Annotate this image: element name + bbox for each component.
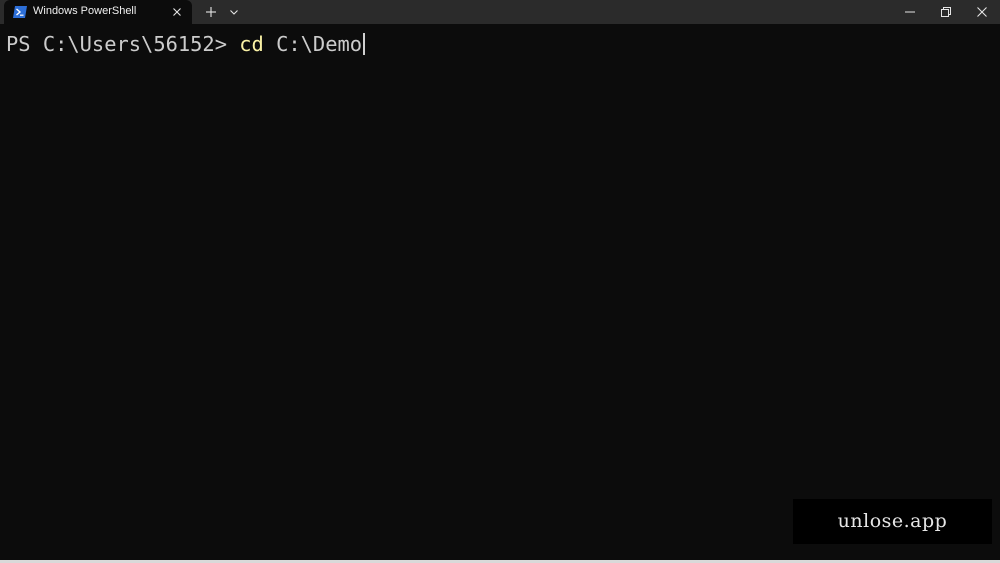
restore-icon	[941, 7, 951, 17]
tab-title: Windows PowerShell	[33, 5, 137, 17]
watermark-text: unlose.app	[837, 510, 948, 532]
restore-button[interactable]	[932, 0, 960, 24]
terminal-output[interactable]: PS C:\Users\56152> cd C:\Demo	[0, 24, 1000, 560]
tab-close-icon[interactable]	[169, 4, 185, 20]
terminal-window: Windows PowerShell PS C:\Users\56152> cd…	[0, 0, 1000, 563]
text-cursor	[363, 33, 365, 55]
command-line: PS C:\Users\56152> cd C:\Demo	[6, 32, 365, 56]
watermark: unlose.app	[793, 499, 992, 544]
argument-text: C:\Demo	[263, 32, 363, 56]
close-window-button[interactable]	[968, 0, 996, 24]
minimize-button[interactable]	[896, 0, 924, 24]
title-bar: Windows PowerShell	[0, 0, 1000, 24]
prompt-text: PS C:\Users\56152>	[6, 32, 240, 56]
plus-icon	[206, 7, 216, 17]
tab-dropdown-button[interactable]	[224, 0, 244, 24]
tab-windows-powershell[interactable]: Windows PowerShell	[4, 0, 192, 24]
powershell-icon	[13, 5, 27, 18]
command-text: cd	[239, 32, 264, 56]
chevron-down-icon	[230, 10, 238, 15]
new-tab-button[interactable]	[200, 0, 222, 24]
minimize-icon	[905, 11, 915, 13]
close-icon	[977, 7, 987, 17]
